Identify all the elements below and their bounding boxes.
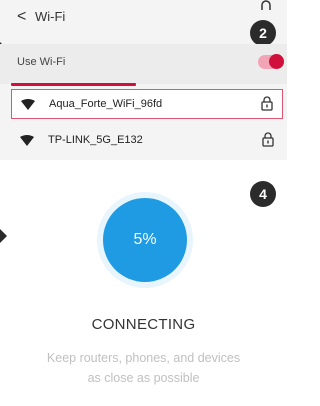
- network-name: TP-LINK_5G_E132: [48, 134, 143, 146]
- step-badge-2: 2: [250, 20, 276, 46]
- use-wifi-label: Use Wi-Fi: [17, 56, 66, 68]
- progress-percent: 5%: [133, 231, 157, 248]
- hint-line: as close as possible: [87, 371, 200, 385]
- page-title: Wi-Fi: [35, 9, 66, 24]
- wifi-topbar: < Wi-Fi: [0, 0, 287, 36]
- lock-icon: [261, 96, 273, 111]
- proximity-hint: Keep routers, phones, and devices as clo…: [20, 348, 267, 388]
- wifi-signal-icon: [20, 135, 34, 146]
- wifi-signal-icon: [21, 99, 35, 110]
- network-row-selected[interactable]: Aqua_Forte_WiFi_96fd: [11, 89, 283, 119]
- chevron-left-icon[interactable]: <: [17, 8, 26, 26]
- lock-icon: [261, 0, 271, 10]
- network-row[interactable]: TP-LINK_5G_E132: [11, 126, 283, 156]
- lock-icon: [262, 132, 274, 147]
- step-badge-4: 4: [250, 181, 276, 207]
- hint-line: Keep routers, phones, and devices: [46, 351, 241, 365]
- accent-divider: [11, 83, 136, 86]
- toggle-knob: [269, 54, 284, 69]
- step-pointer-arrow: [0, 229, 7, 243]
- wifi-toggle[interactable]: [258, 54, 284, 69]
- use-wifi-row[interactable]: Use Wi-Fi: [0, 44, 287, 84]
- connecting-status: CONNECTING: [91, 316, 196, 333]
- network-name: Aqua_Forte_WiFi_96fd: [49, 98, 163, 110]
- connection-progress-circle: 5%: [103, 198, 187, 282]
